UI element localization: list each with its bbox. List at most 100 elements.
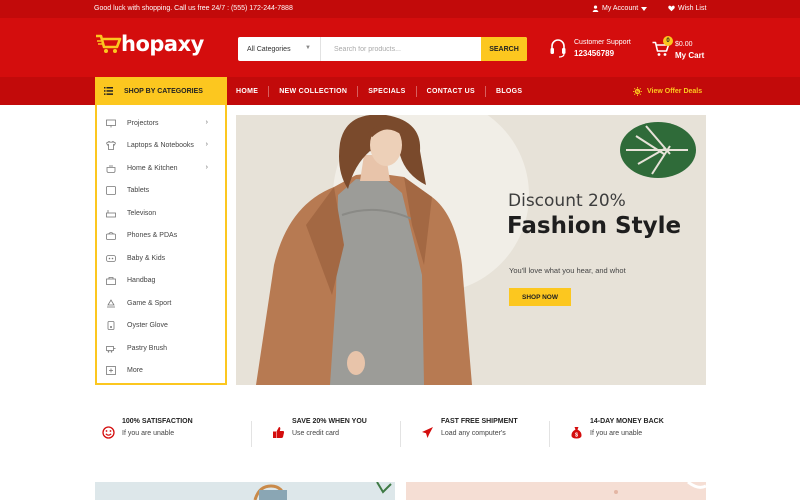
television-icon [106,209,116,217]
category-label: Handbag [127,276,156,284]
caret-down-icon [641,6,648,11]
category-item-projectors[interactable]: Projectors › [97,112,225,134]
category-item-game-sport[interactable]: Game & Sport [97,292,225,314]
promo-banner-right[interactable] [406,482,706,500]
features-bar: 100% SATISFACTION If you are unable SAVE… [95,418,707,450]
category-item-television[interactable]: Televison [97,202,225,224]
promo-banner-right-image [614,482,706,494]
category-label: Tablets [127,186,150,194]
handbag-icon [106,276,116,285]
heart-icon [668,5,675,12]
feature-divider [400,421,401,447]
promo-text: Good luck with shopping. Call us free 24… [94,5,293,12]
brush-icon [106,345,116,353]
smiley-icon [102,426,115,439]
category-item-more[interactable]: More [97,359,225,381]
category-label: Home & Kitchen [127,164,178,172]
nav-blogs[interactable]: BLOGS [496,88,522,95]
wishlist-label: Wish List [678,5,707,12]
thumbs-up-icon [273,427,285,438]
header: hopaxy All Categories ▼ SEARCH Customer … [0,18,800,77]
headset-icon [550,39,566,58]
category-item-laptops[interactable]: Laptops & Notebooks › [97,134,225,156]
feature-desc: Load any computer's [441,430,506,437]
phone-icon [106,231,116,240]
category-label: Oyster Glove [127,321,168,329]
category-item-pastry-brush[interactable]: Pastry Brush [97,337,225,359]
nav-divider [268,85,270,97]
feature-shipment: FAST FREE SHIPMENT Load any computer's [421,418,518,439]
feature-title: 14-DAY MONEY BACK [590,418,664,425]
projector-icon [106,119,116,127]
category-label: Baby & Kids [127,254,166,262]
promo-banner-left[interactable] [95,482,395,500]
category-select[interactable]: All Categories ▼ [238,37,321,61]
nav-contact-us[interactable]: CONTACT US [427,88,475,95]
category-item-baby-kids[interactable]: Baby & Kids [97,247,225,269]
feature-divider [251,421,252,447]
shop-by-categories-button[interactable]: SHOP BY CATEGORIES [95,77,227,105]
support-phone: 123456789 [574,48,615,58]
shop-by-categories-label: SHOP BY CATEGORIES [124,87,203,95]
nav-specials[interactable]: SPECIALS [368,88,405,95]
baby-icon [106,254,116,262]
hero-discount-text: Discount 20% [508,191,626,211]
hero-banner[interactable]: Discount 20% Fashion Style You'll love w… [236,115,706,385]
my-account-label: My Account [602,5,639,12]
main-navigation: SHOP BY CATEGORIES HOME NEW COLLECTION S… [0,77,800,105]
offer-badge-icon: % [633,87,642,96]
hero-subtitle: You'll love what you hear, and whot [509,266,626,275]
nav-new-collection[interactable]: NEW COLLECTION [279,88,347,95]
chevron-right-icon: › [205,119,208,126]
svg-text:$: $ [575,433,578,439]
cooking-pot-icon [106,165,116,173]
category-label: Pastry Brush [127,344,168,352]
feature-desc: If you are unable [122,430,175,437]
category-item-phones[interactable]: Phones & PDAs [97,224,225,246]
nav-links: HOME NEW COLLECTION SPECIALS CONTACT US … [236,77,522,105]
hero-title: Fashion Style [507,213,682,239]
feature-title: 100% SATISFACTION [122,418,193,425]
promo-banner-left-image [253,482,392,500]
hero-model-image [256,115,696,385]
category-item-oyster-glove[interactable]: Oyster Glove [97,314,225,336]
feature-divider [549,421,550,447]
glove-icon [107,320,115,330]
category-label: Phones & PDAs [127,231,178,239]
search-button[interactable]: SEARCH [481,37,527,61]
feature-desc: Use credit card [292,430,340,437]
search-input[interactable] [321,37,481,61]
logo[interactable]: hopaxy [95,32,204,56]
category-item-home-kitchen[interactable]: Home & Kitchen › [97,157,225,179]
nav-home[interactable]: HOME [236,88,258,95]
tshirt-icon [106,140,116,150]
feature-satisfaction: 100% SATISFACTION If you are unable [102,418,193,439]
list-menu-icon [104,87,113,95]
wishlist-link[interactable]: Wish List [668,5,706,12]
feature-desc: If you are unable [590,430,643,437]
category-label: Projectors [127,119,159,127]
shop-now-button[interactable]: SHOP NOW [509,288,571,306]
top-bar: Good luck with shopping. Call us free 24… [0,0,800,18]
category-label: Laptops & Notebooks [127,141,194,149]
chevron-right-icon: › [205,164,208,171]
my-account-dropdown[interactable]: My Account [592,5,648,12]
category-label: Game & Sport [127,299,172,307]
view-offer-deals-link[interactable]: % View Offer Deals [633,87,702,96]
feature-save: SAVE 20% WHEN YOU Use credit card [272,418,367,439]
nav-divider [484,85,486,97]
view-offer-deals-label: View Offer Deals [647,88,703,95]
category-select-value: All Categories [247,45,291,53]
feature-title: SAVE 20% WHEN YOU [292,418,367,425]
search-bar: All Categories ▼ SEARCH [238,37,527,61]
feature-money-back: $ 14-DAY MONEY BACK If you are unable [570,418,664,439]
user-icon [592,5,599,12]
category-menu: Projectors › Laptops & Notebooks › Home … [95,105,227,385]
support-label: Customer Support [574,38,631,46]
category-item-tablets[interactable]: Tablets [97,179,225,201]
chevron-right-icon: › [205,141,208,148]
category-item-handbag[interactable]: Handbag [97,269,225,291]
money-bag-icon: $ [571,427,582,439]
category-label: More [127,366,143,374]
cart-label: My Cart [675,51,705,60]
